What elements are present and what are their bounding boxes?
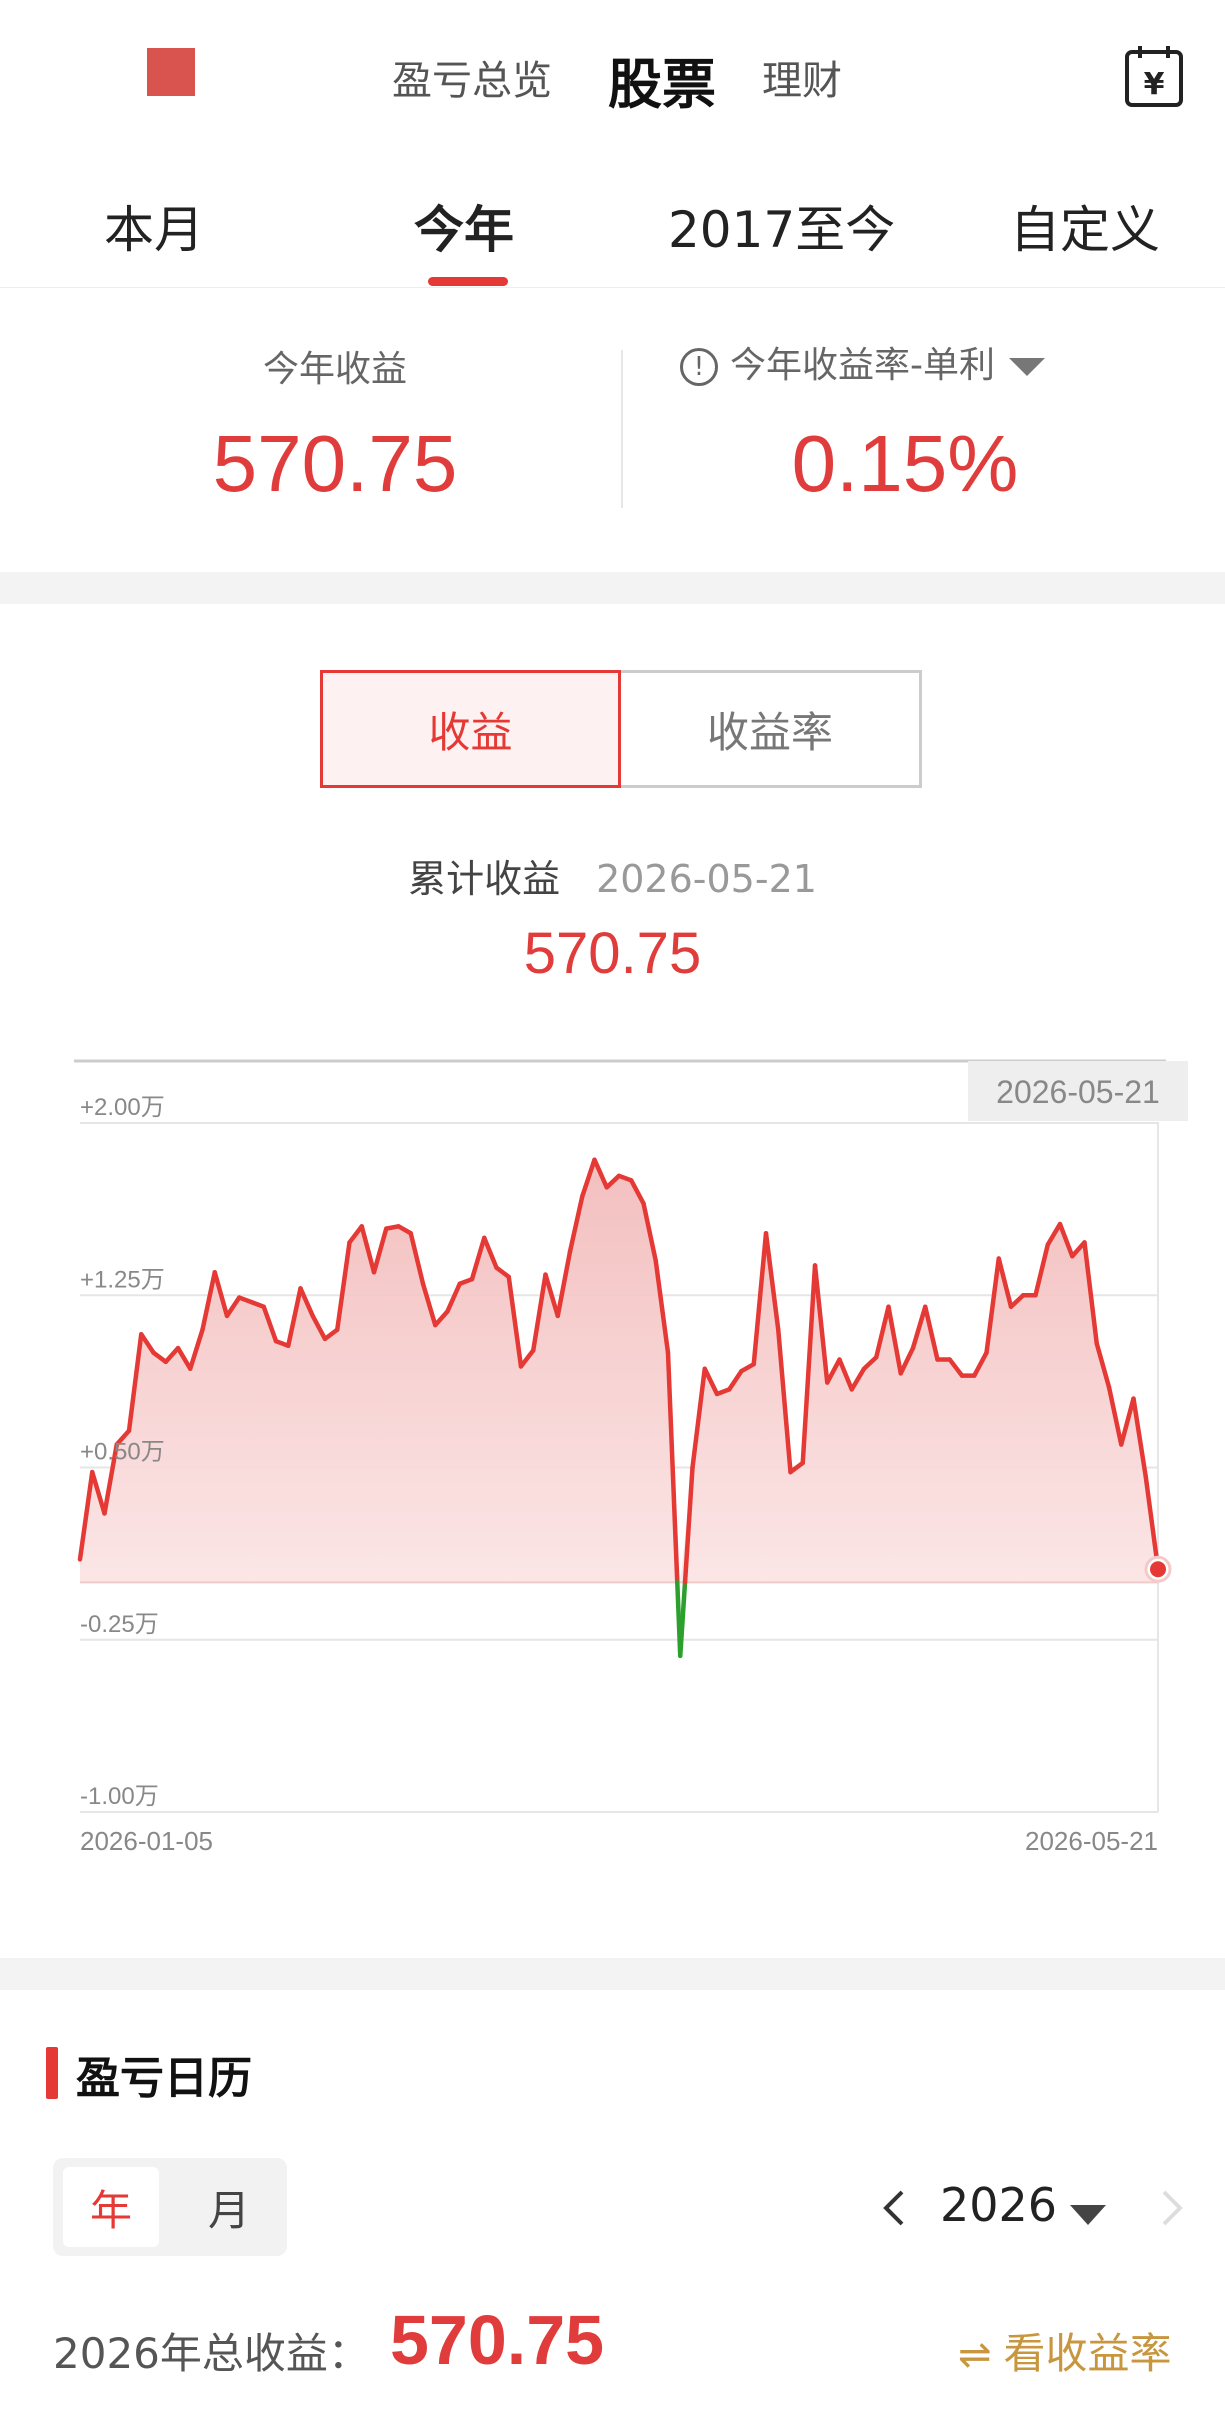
profit-area [80,1159,1158,1583]
cumulative-label: 累计收益 [408,857,561,901]
tab-overview[interactable]: 盈亏总览 [392,48,552,106]
tab-wealth[interactable]: 理财 [762,48,842,106]
year-return-rate-label: 今年收益率-单利 [730,345,995,386]
chart-mode-toggle: 收益 收益率 [320,670,922,788]
cumulative-value: 570.75 [523,921,702,986]
section-gap [0,1958,1225,1990]
y-tick-label: +0.50万 [80,1439,165,1466]
year-return-rate-value: 0.15% [791,419,1019,508]
swap-icon: ⇌ [958,2332,992,2378]
cumulative-header: 累计收益 2026-05-21 [0,848,1225,903]
calendar-title: 盈亏日历 [76,2053,252,2104]
y-tick-label: +2.00万 [80,1094,165,1121]
x-start-label: 2026-01-05 [80,1826,213,1856]
y-tick-label: -0.25万 [80,1611,159,1638]
year-total-value: 570.75 [390,2301,605,2379]
info-icon[interactable]: ! [680,348,718,386]
period-tabs: 本月 今年 2017至今 自定义 [0,180,1225,288]
tooltip-date: 2026-05-21 [996,1074,1160,1110]
year-profit-label: 今年收益 [262,349,407,390]
caret-down-icon [1009,358,1045,376]
summary-divider [621,350,623,508]
see-return-rate-label: 看收益率 [1003,2329,1172,2378]
calendar-title-accent [46,2047,58,2099]
cumulative-date: 2026-05-21 [596,857,817,901]
period-tab-custom[interactable]: 自定义 [1010,190,1160,262]
header: 盈亏总览 股票 理财 ¥ [0,0,1225,150]
year-total-label: 2026年总收益： [53,2329,370,2378]
chevron-left-icon[interactable] [880,2188,908,2228]
y-tick-label: -1.00万 [80,1783,159,1810]
series-segment [678,1580,688,1659]
toggle-return-rate[interactable]: 收益率 [621,670,922,788]
seg-year[interactable]: 年 [63,2167,159,2247]
toggle-profit[interactable]: 收益 [320,670,621,788]
period-tab-year[interactable]: 今年 [414,190,514,262]
year-profit-value: 570.75 [212,419,458,508]
last-point-marker [1150,1561,1166,1578]
seg-month[interactable]: 月 [181,2167,277,2247]
period-tab-month[interactable]: 本月 [104,190,204,262]
tab-stocks[interactable]: 股票 [608,40,716,119]
active-tab-underline [428,277,508,286]
period-tab-since-2017[interactable]: 2017至今 [668,190,895,262]
year-selector-value[interactable]: 2026 [940,2178,1057,2232]
calculator-yen-icon[interactable]: ¥ [1124,44,1184,108]
section-gap [0,572,1225,604]
brand-logo [147,48,195,96]
summary-panel: 今年收益 570.75 ! 今年收益率-单利 0.15% [0,290,1225,570]
x-end-label: 2026-05-21 [1025,1826,1158,1856]
yen-glyph: ¥ [1144,67,1165,102]
profit-chart-svg[interactable]: +2.00万 +1.25万 +0.50万 -0.25万 -1.00万 2026-05-2… [0,1050,1225,1870]
profit-chart[interactable]: +2.00万 +1.25万 +0.50万 -0.25万 -1.00万 2026-05-2… [0,1050,1225,1870]
year-return-rate-selector[interactable]: ! 今年收益率-单利 [680,336,1140,388]
year-dropdown-caret-icon[interactable] [1070,2205,1106,2225]
y-tick-label: +1.25万 [80,1266,165,1293]
chevron-right-icon[interactable] [1158,2188,1186,2228]
calendar-granularity-toggle: 年 月 [53,2158,287,2256]
see-return-rate-link[interactable]: ⇌ 看收益率 [958,2320,1172,2381]
